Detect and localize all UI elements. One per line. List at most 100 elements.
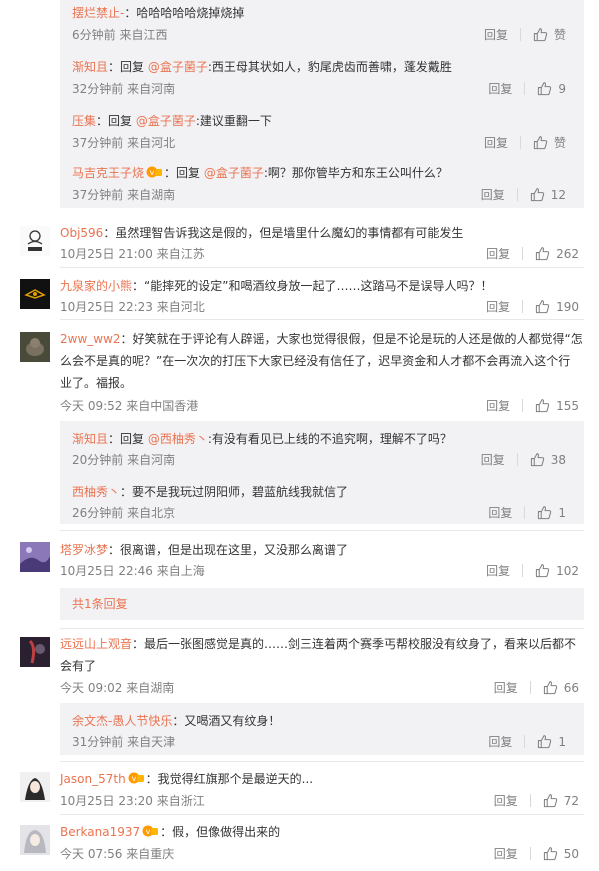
reply-button[interactable]: 回复 bbox=[486, 245, 510, 262]
thumbs-up-icon bbox=[543, 794, 557, 808]
comment-meta: 10月25日 22:46 来自上海 bbox=[60, 562, 205, 579]
avatar[interactable] bbox=[20, 332, 50, 362]
reply-text: ：又喝酒又有纹身！ bbox=[172, 714, 281, 728]
like-button[interactable]: 50 bbox=[543, 846, 579, 861]
thumbs-up-icon bbox=[533, 136, 548, 150]
avatar[interactable] bbox=[20, 772, 50, 802]
comment-author[interactable]: 塔罗冰梦 bbox=[60, 543, 108, 557]
avatar[interactable] bbox=[20, 279, 50, 309]
avatar-image bbox=[20, 332, 50, 362]
avatar[interactable] bbox=[20, 637, 50, 667]
comment-author[interactable]: Berkana1937 bbox=[60, 825, 140, 839]
reply-content: 渐知且：回复 @西柚秀丶:有没有看见已上线的不追究啊，理解不了吗？ bbox=[72, 430, 452, 447]
reply-actions: 回复 1 bbox=[488, 504, 566, 521]
like-count: 50 bbox=[563, 846, 579, 861]
comment-location: 来自江苏 bbox=[156, 247, 205, 261]
reply-author[interactable]: 压集 bbox=[72, 114, 96, 128]
like-button[interactable]: 262 bbox=[535, 246, 579, 261]
thumbs-up-icon bbox=[538, 506, 552, 520]
like-button[interactable]: 赞 bbox=[533, 134, 566, 151]
comment-location: 来自湖南 bbox=[126, 681, 175, 695]
reply-location: 来自湖南 bbox=[127, 188, 176, 202]
reply-content: 摆烂禁止-：哈哈哈哈哈烧掉烧掉 bbox=[72, 4, 244, 21]
reply-prefix: ：回复 bbox=[108, 432, 148, 446]
reply-button[interactable]: 回复 bbox=[481, 186, 505, 203]
reply-button[interactable]: 回复 bbox=[494, 679, 518, 696]
reply-actions: 回复 38 bbox=[481, 451, 566, 468]
reply-button[interactable]: 回复 bbox=[484, 26, 508, 43]
reply-location: 来自河南 bbox=[127, 453, 176, 467]
like-count: 190 bbox=[556, 299, 579, 314]
reply-location: 来自河南 bbox=[127, 82, 176, 96]
comment-actions: 回复 190 bbox=[486, 298, 579, 315]
mention-link[interactable]: @盒子菌子 bbox=[136, 114, 196, 128]
reply-time: 32分钟前 bbox=[72, 82, 124, 96]
like-button[interactable]: 190 bbox=[535, 299, 579, 314]
avatar[interactable] bbox=[20, 542, 50, 572]
reply-button[interactable]: 回复 bbox=[494, 845, 518, 862]
comment-author[interactable]: Jason_57th bbox=[60, 772, 126, 786]
like-button[interactable]: 9 bbox=[537, 81, 566, 96]
like-button[interactable]: 38 bbox=[530, 452, 566, 467]
comment-content: Obj596：虽然理智告诉我这是假的，但是墙里什么魔幻的事情都有可能发生 bbox=[60, 224, 463, 241]
like-button[interactable]: 1 bbox=[537, 734, 566, 749]
like-button[interactable]: 1 bbox=[537, 505, 566, 520]
like-button[interactable]: 102 bbox=[535, 563, 579, 578]
comment-content: Berkana1937 v ：假，但像做得出来的 bbox=[60, 823, 280, 840]
like-count: 1 bbox=[558, 734, 566, 749]
divider bbox=[529, 681, 531, 694]
avatar-image bbox=[20, 226, 50, 256]
reply-button[interactable]: 回复 bbox=[494, 792, 518, 809]
divider bbox=[529, 794, 531, 807]
avatar[interactable] bbox=[20, 825, 50, 855]
reply-author[interactable]: 渐知且 bbox=[72, 432, 108, 446]
comment-actions: 回复 50 bbox=[494, 845, 579, 862]
comment-author[interactable]: 远远山上观音 bbox=[60, 637, 132, 651]
divider bbox=[529, 847, 531, 860]
like-button[interactable]: 赞 bbox=[533, 26, 566, 43]
reply-author[interactable]: 西柚秀丶 bbox=[72, 485, 120, 499]
like-button[interactable]: 12 bbox=[530, 187, 566, 202]
reply-author[interactable]: 摆烂禁止- bbox=[72, 6, 124, 20]
comment-meta: 10月25日 21:00 来自江苏 bbox=[60, 245, 205, 262]
mention-link[interactable]: @西柚秀丶 bbox=[148, 432, 208, 446]
comment-text: ：假，但像做得出来的 bbox=[160, 825, 281, 839]
reply-author[interactable]: 马吉克王子烧 bbox=[72, 166, 144, 180]
thumbs-up-icon bbox=[530, 188, 544, 202]
mention-link[interactable]: @盒子菌子 bbox=[148, 60, 208, 74]
reply-time: 37分钟前 bbox=[72, 136, 124, 150]
comment-author[interactable]: Obj596 bbox=[60, 226, 103, 240]
like-button[interactable]: 66 bbox=[543, 680, 579, 695]
like-button[interactable]: 72 bbox=[543, 793, 579, 808]
like-button[interactable]: 155 bbox=[535, 398, 579, 413]
reply-meta: 37分钟前 来自河北 bbox=[72, 134, 175, 151]
divider bbox=[60, 628, 584, 629]
vip-badge-icon: v bbox=[128, 772, 144, 784]
mention-link[interactable]: @盒子菌子 bbox=[204, 166, 264, 180]
reply-button[interactable]: 回复 bbox=[488, 733, 512, 750]
reply-button[interactable]: 回复 bbox=[486, 298, 510, 315]
reply-button[interactable]: 回复 bbox=[486, 562, 510, 579]
reply-author[interactable]: 渐知且 bbox=[72, 60, 108, 74]
divider bbox=[60, 814, 584, 815]
reply-button[interactable]: 回复 bbox=[486, 397, 510, 414]
reply-author[interactable]: 余文杰-愚人节快乐 bbox=[72, 714, 172, 728]
reply-location: 来自北京 bbox=[127, 506, 176, 520]
reply-prefix: ：回复 bbox=[108, 60, 148, 74]
comment-author[interactable]: 2ww_ww2 bbox=[60, 332, 121, 346]
reply-actions: 回复 12 bbox=[481, 186, 566, 203]
expand-replies-button[interactable]: 共1条回复 bbox=[60, 588, 584, 620]
divider bbox=[60, 319, 584, 320]
reply-button[interactable]: 回复 bbox=[484, 134, 508, 151]
thumbs-up-icon bbox=[535, 399, 550, 413]
avatar-image bbox=[20, 637, 50, 667]
reply-button[interactable]: 回复 bbox=[488, 80, 512, 97]
divider bbox=[60, 761, 584, 762]
comment-content: 远远山上观音：最后一张图感觉是真的……剑三连着两个赛季丐帮校服没有纹身了，看来以… bbox=[60, 635, 576, 652]
avatar[interactable] bbox=[20, 226, 50, 256]
reply-button[interactable]: 回复 bbox=[481, 451, 505, 468]
comment-author[interactable]: 九泉家的小熊 bbox=[60, 279, 132, 293]
comment-content: 九泉家的小熊：“能摔死的设定”和喝酒纹身放一起了……这踏马不是误导人吗？！ bbox=[60, 277, 492, 294]
svg-text:v: v bbox=[150, 168, 155, 177]
reply-button[interactable]: 回复 bbox=[488, 504, 512, 521]
